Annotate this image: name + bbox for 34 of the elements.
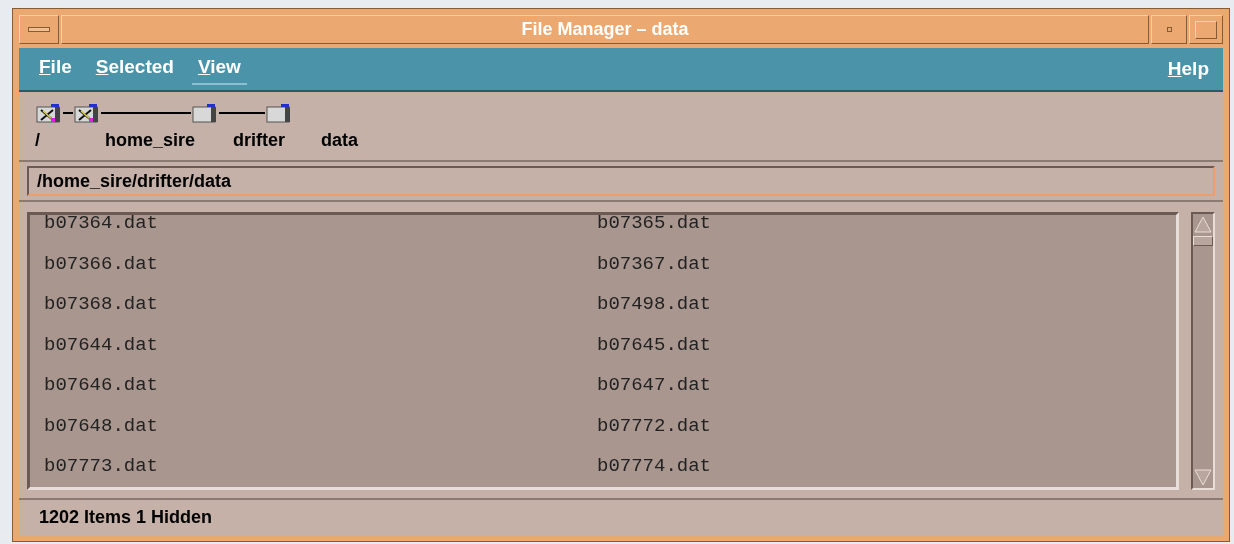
file-name[interactable]: b07645.dat bbox=[597, 333, 712, 356]
file-name[interactable]: b07772.dat bbox=[597, 414, 712, 437]
file-name[interactable]: b07366.dat bbox=[44, 252, 159, 275]
file-name[interactable]: b07365.dat bbox=[597, 215, 712, 234]
window-menu-button[interactable] bbox=[19, 15, 59, 44]
window-title: File Manager – data bbox=[61, 15, 1149, 44]
crossed-folder-icon[interactable] bbox=[35, 102, 63, 124]
path-segment-label[interactable]: data bbox=[321, 126, 358, 154]
path-segment-label[interactable]: drifter bbox=[233, 126, 285, 154]
path-segment-label[interactable]: home_sire bbox=[105, 126, 196, 154]
maximize-button[interactable] bbox=[1189, 15, 1223, 44]
menu-item[interactable]: Selected bbox=[89, 52, 180, 86]
path-segment-label[interactable]: / bbox=[35, 126, 40, 154]
folder-icon[interactable] bbox=[191, 102, 219, 124]
file-name[interactable]: b07648.dat bbox=[44, 414, 159, 437]
file-name[interactable]: b07773.dat bbox=[44, 455, 159, 477]
file-name[interactable]: b07498.dat bbox=[597, 293, 712, 315]
menu-item[interactable]: File bbox=[33, 52, 78, 86]
path-field[interactable]: /home_sire/drifter/data bbox=[27, 166, 1215, 196]
file-name[interactable]: b07368.dat bbox=[44, 293, 159, 315]
help-menu[interactable]: Help bbox=[1167, 54, 1209, 84]
file-name[interactable]: b07774.dat bbox=[597, 455, 712, 477]
scroll-thumb[interactable] bbox=[1193, 236, 1213, 246]
scrollbar[interactable] bbox=[1191, 212, 1215, 490]
minimize-button[interactable] bbox=[1151, 15, 1187, 44]
file-name[interactable]: b07644.dat bbox=[44, 333, 159, 356]
file-name[interactable]: b07364.dat bbox=[44, 215, 159, 234]
status-bar-text: 1202 Items 1 Hidden bbox=[39, 506, 213, 529]
file-name[interactable]: b07647.dat bbox=[597, 374, 712, 396]
crossed-folder-icon[interactable] bbox=[73, 102, 101, 124]
folder-icon[interactable] bbox=[265, 102, 293, 124]
file-name[interactable]: b07367.dat bbox=[597, 252, 712, 275]
menu-item[interactable]: View bbox=[191, 52, 247, 86]
file-name[interactable]: b07646.dat bbox=[44, 374, 159, 396]
